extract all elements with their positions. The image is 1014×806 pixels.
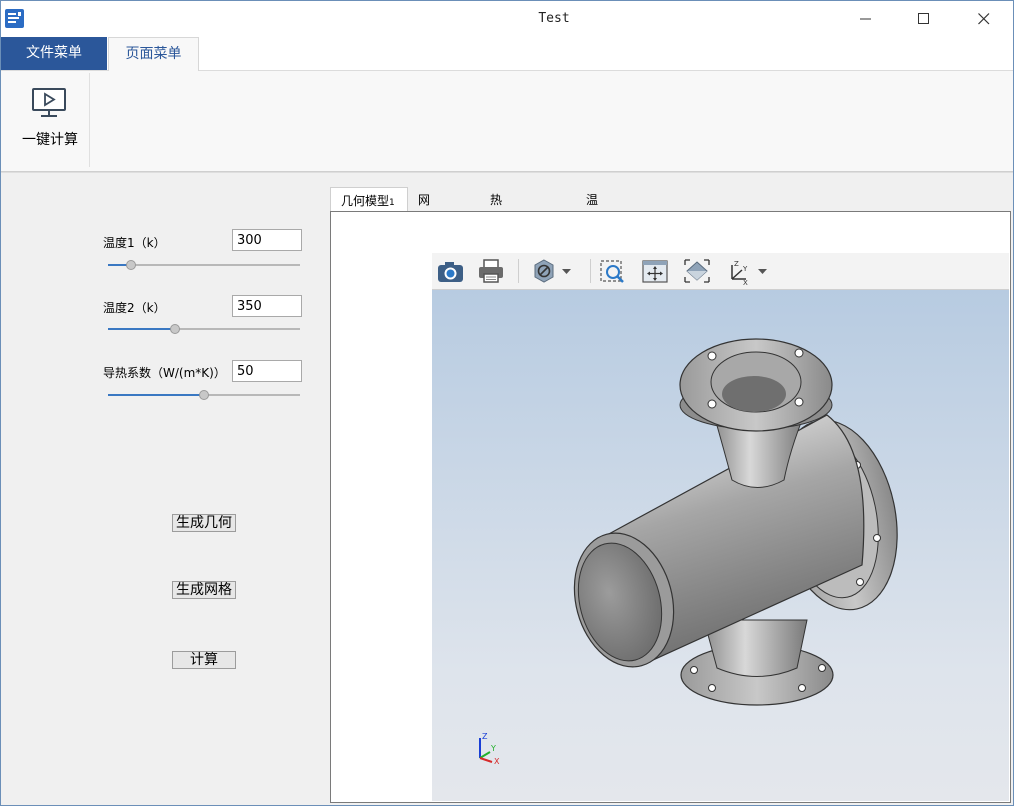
temp2-input[interactable]: 350 bbox=[232, 295, 302, 317]
axis-x-label: X bbox=[494, 757, 500, 766]
ribbon: 一键计算 bbox=[1, 71, 1013, 172]
pan-icon[interactable] bbox=[640, 257, 670, 285]
fit-all-icon[interactable] bbox=[682, 257, 712, 285]
slider-track bbox=[108, 264, 300, 266]
axis-y-label: Y bbox=[490, 744, 496, 753]
tab-geometry-model[interactable]: 几何模型1 bbox=[330, 187, 408, 212]
axis-z-label: Z bbox=[482, 732, 488, 741]
tab-geometry-suffix: 1 bbox=[389, 198, 395, 208]
minimize-icon bbox=[860, 18, 871, 20]
camera-icon[interactable] bbox=[435, 257, 465, 285]
tab-page-menu[interactable]: 页面菜单 bbox=[108, 37, 199, 71]
minimize-button[interactable] bbox=[843, 1, 889, 37]
title-bar: Test bbox=[1, 1, 1013, 37]
calc-all-label: 一键计算 bbox=[22, 132, 78, 148]
maximize-icon bbox=[918, 13, 929, 24]
close-icon bbox=[978, 13, 990, 25]
temp1-label: 温度1（k） bbox=[103, 236, 166, 250]
monitor-play-icon bbox=[32, 88, 66, 117]
tab-geometry-label: 几何模型 bbox=[341, 194, 390, 208]
slider-thumb[interactable] bbox=[199, 390, 209, 400]
3d-viewport[interactable]: Z Y X bbox=[432, 290, 1009, 801]
conductivity-slider[interactable] bbox=[108, 389, 300, 401]
print-icon[interactable] bbox=[476, 257, 506, 285]
close-button[interactable] bbox=[961, 1, 1007, 37]
conductivity-input[interactable]: 50 bbox=[232, 360, 302, 382]
temp2-label: 温度2（k） bbox=[103, 301, 166, 315]
tab-file-menu[interactable]: 文件菜单 bbox=[1, 37, 107, 70]
slider-thumb[interactable] bbox=[170, 324, 180, 334]
tab-mesh-model[interactable]: 网格模型 bbox=[418, 187, 430, 285]
calc-all-button[interactable]: 一键计算 bbox=[13, 83, 87, 155]
generate-mesh-button[interactable]: 生成网格 bbox=[172, 581, 236, 599]
axis-triad-icon: Z Y X bbox=[479, 732, 500, 766]
tab-heat-flux-contour[interactable]: 热流密度云图 bbox=[490, 187, 502, 337]
toolbar-divider bbox=[590, 259, 591, 283]
generate-geometry-button[interactable]: 生成几何 bbox=[172, 514, 236, 532]
svg-text:Z: Z bbox=[734, 260, 739, 268]
menu-tab-bar: 文件菜单 页面菜单 bbox=[1, 37, 1013, 71]
tab-temperature-contour[interactable]: 温度云图 bbox=[586, 187, 598, 285]
axis-view-icon[interactable]: Z Y X bbox=[724, 257, 772, 285]
ribbon-divider bbox=[89, 73, 90, 167]
temp2-slider[interactable] bbox=[108, 323, 300, 335]
slider-thumb[interactable] bbox=[126, 260, 136, 270]
svg-text:X: X bbox=[743, 279, 748, 285]
slider-fill bbox=[108, 328, 175, 330]
pipe-tee-model bbox=[573, 338, 898, 706]
app-window: Test 文件菜单 页面菜单 一键计算 温度1（k） 300 温度2（k） 35… bbox=[0, 0, 1014, 806]
compute-button[interactable]: 计算 bbox=[172, 651, 236, 669]
viewer-toolbar: Z Y X bbox=[432, 253, 1009, 290]
maximize-button[interactable] bbox=[901, 1, 947, 37]
slider-fill bbox=[108, 394, 204, 396]
temp1-input[interactable]: 300 bbox=[232, 229, 302, 251]
conductivity-label: 导热系数（W/(m*K)） bbox=[103, 366, 226, 380]
svg-text:Y: Y bbox=[742, 265, 748, 273]
display-mode-icon[interactable] bbox=[528, 257, 576, 285]
temp1-slider[interactable] bbox=[108, 259, 300, 271]
zoom-fit-icon[interactable] bbox=[598, 257, 628, 285]
toolbar-divider bbox=[518, 259, 519, 283]
